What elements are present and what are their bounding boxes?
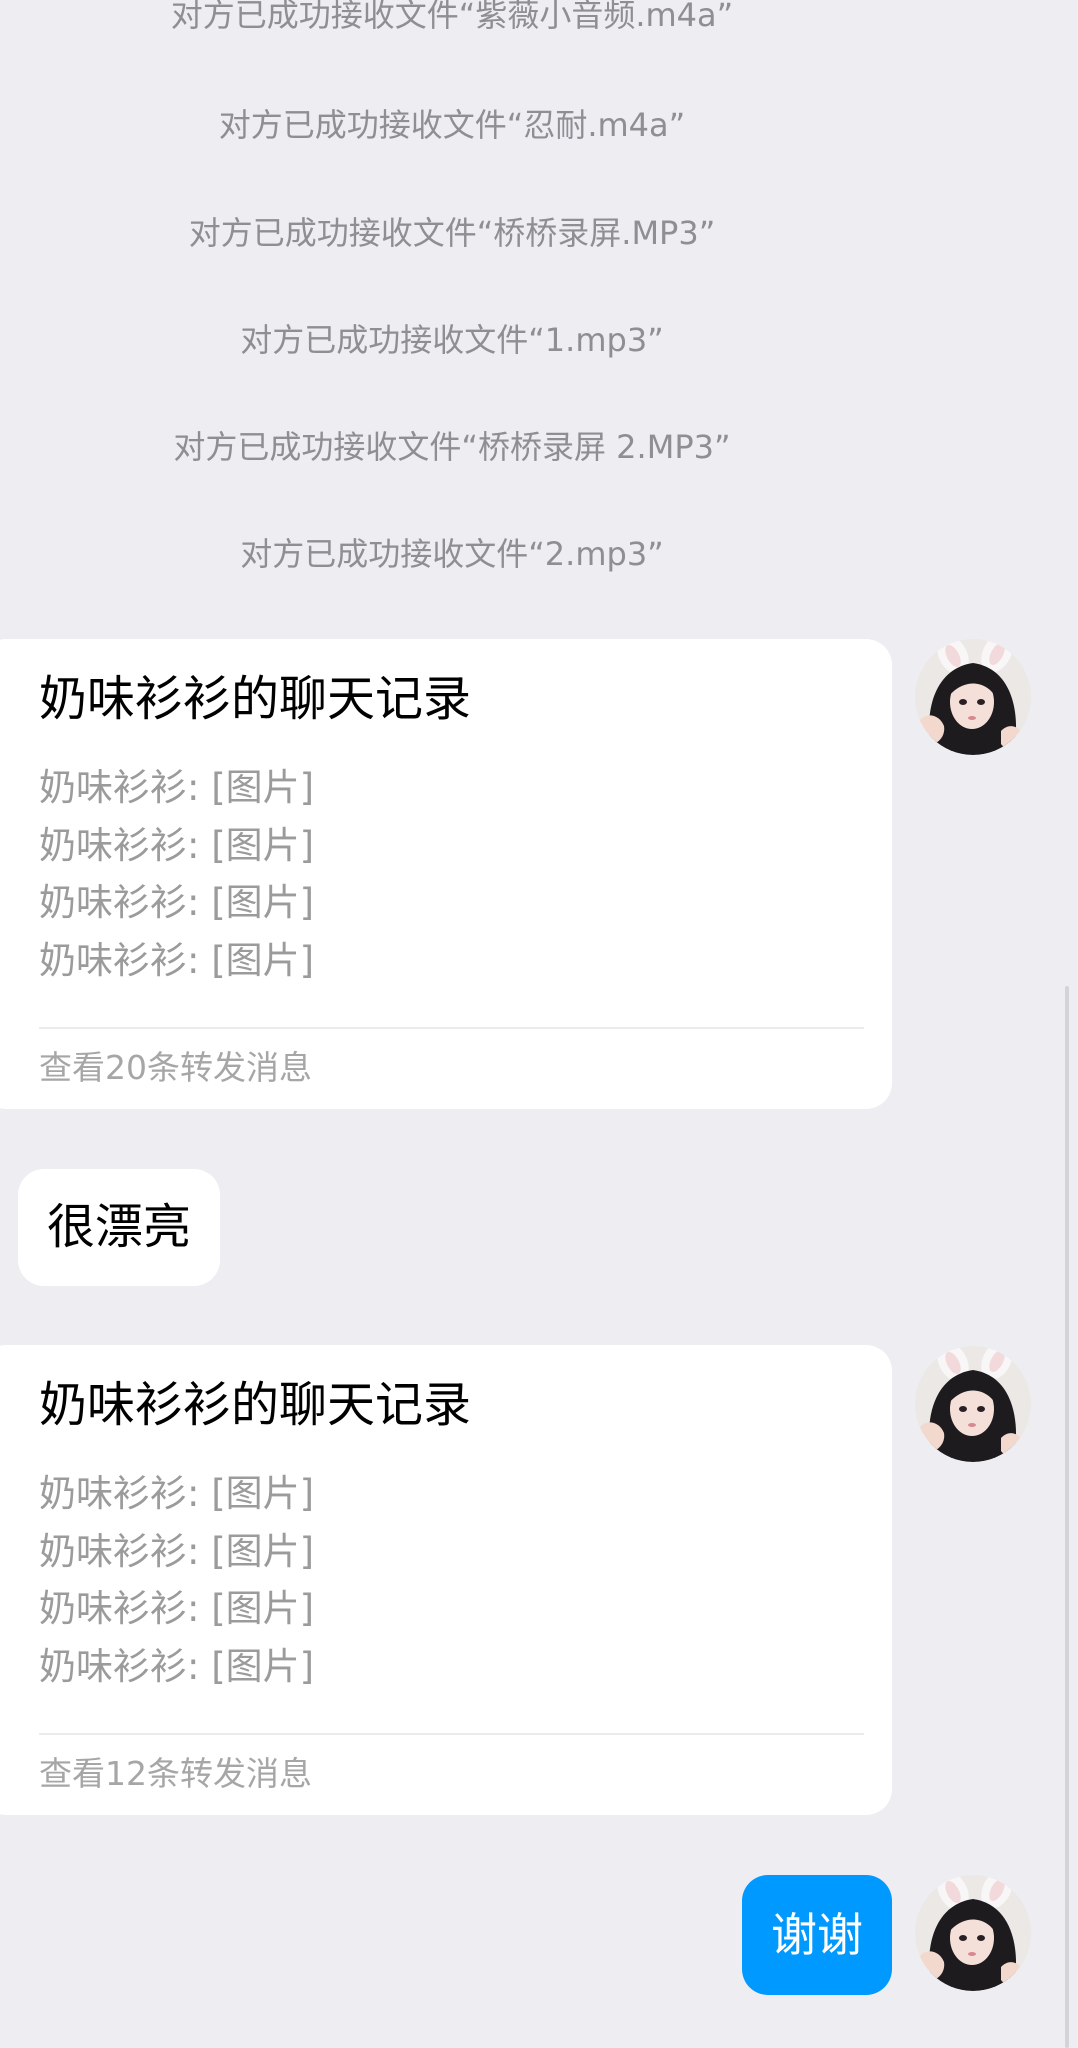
forward-card-line: 奶味衫衫: [图片] [39, 1472, 315, 1515]
forward-card-line: 奶味衫衫: [图片] [39, 1529, 315, 1573]
system-message: 对方已成功接收文件“1.mp3” [240, 321, 664, 359]
forward-card-footer: 查看12条转发消息 [39, 1754, 312, 1793]
forward-card[interactable]: 奶味衫衫的聊天记录 奶味衫衫: [图片] 奶味衫衫: [图片] 奶味衫衫: [图… [0, 1345, 892, 1815]
avatar-icon[interactable] [915, 639, 1031, 755]
avatar-icon[interactable] [915, 1346, 1031, 1462]
system-message: 对方已成功接收文件“忍耐.m4a” [218, 106, 686, 144]
forward-card-title: 奶味衫衫的聊天记录 [39, 671, 472, 727]
avatar-icon[interactable] [915, 1875, 1031, 1991]
forward-card[interactable]: 奶味衫衫的聊天记录 奶味衫衫: [图片] 奶味衫衫: [图片] 奶味衫衫: [图… [0, 639, 892, 1109]
forward-card-line: 奶味衫衫: [图片] [39, 881, 315, 924]
system-message: 对方已成功接收文件“2.mp3” [240, 535, 664, 573]
scrollbar[interactable] [1065, 986, 1069, 2048]
message-bubble-received[interactable]: 很漂亮 [18, 1169, 220, 1286]
forward-card-preview: 奶味衫衫: [图片] 奶味衫衫: [图片] 奶味衫衫: [图片] 奶味衫衫: [… [39, 1465, 864, 1695]
forward-card-line: 奶味衫衫: [图片] [39, 823, 315, 867]
system-message: 对方已成功接收文件“桥桥录屏.MP3” [188, 214, 716, 252]
forward-card-line: 奶味衫衫: [图片] [39, 766, 315, 809]
forward-card-line: 奶味衫衫: [图片] [39, 938, 315, 982]
forward-card-line: 奶味衫衫: [图片] [39, 1587, 315, 1630]
forward-card-divider [39, 1733, 864, 1735]
forward-card-line: 奶味衫衫: [图片] [39, 1644, 315, 1688]
forward-card-footer: 查看20条转发消息 [39, 1048, 312, 1087]
forward-card-divider [39, 1027, 864, 1029]
system-message: 对方已成功接收文件“桥桥录屏 2.MP3” [173, 428, 731, 466]
forward-card-title: 奶味衫衫的聊天记录 [39, 1377, 472, 1433]
system-message: 对方已成功接收文件“紫薇小音频.m4a” [170, 0, 734, 34]
forward-card-preview: 奶味衫衫: [图片] 奶味衫衫: [图片] 奶味衫衫: [图片] 奶味衫衫: [… [39, 759, 864, 989]
message-bubble-sent[interactable]: 谢谢 [742, 1875, 892, 1995]
